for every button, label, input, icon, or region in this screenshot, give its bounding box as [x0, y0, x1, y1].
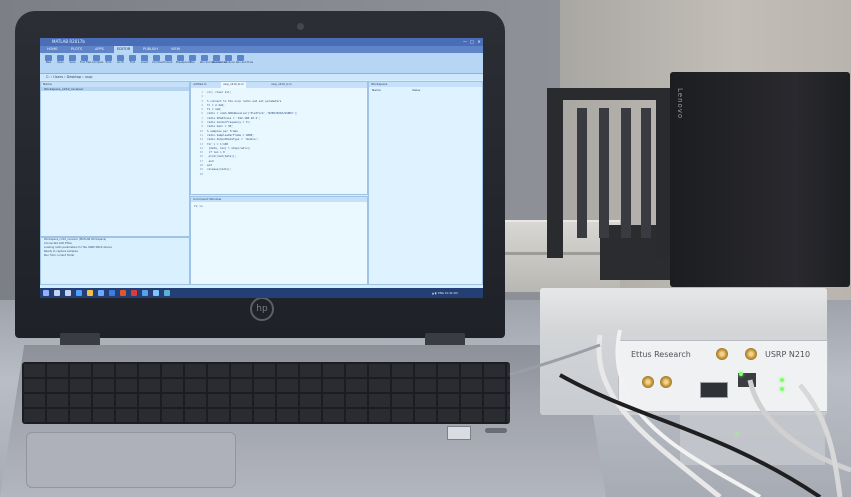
- photo-scene: Lenovo hp MATLAB R2017b — □ ✕ HOME PLOTS…: [0, 0, 851, 497]
- cables: [509, 329, 851, 497]
